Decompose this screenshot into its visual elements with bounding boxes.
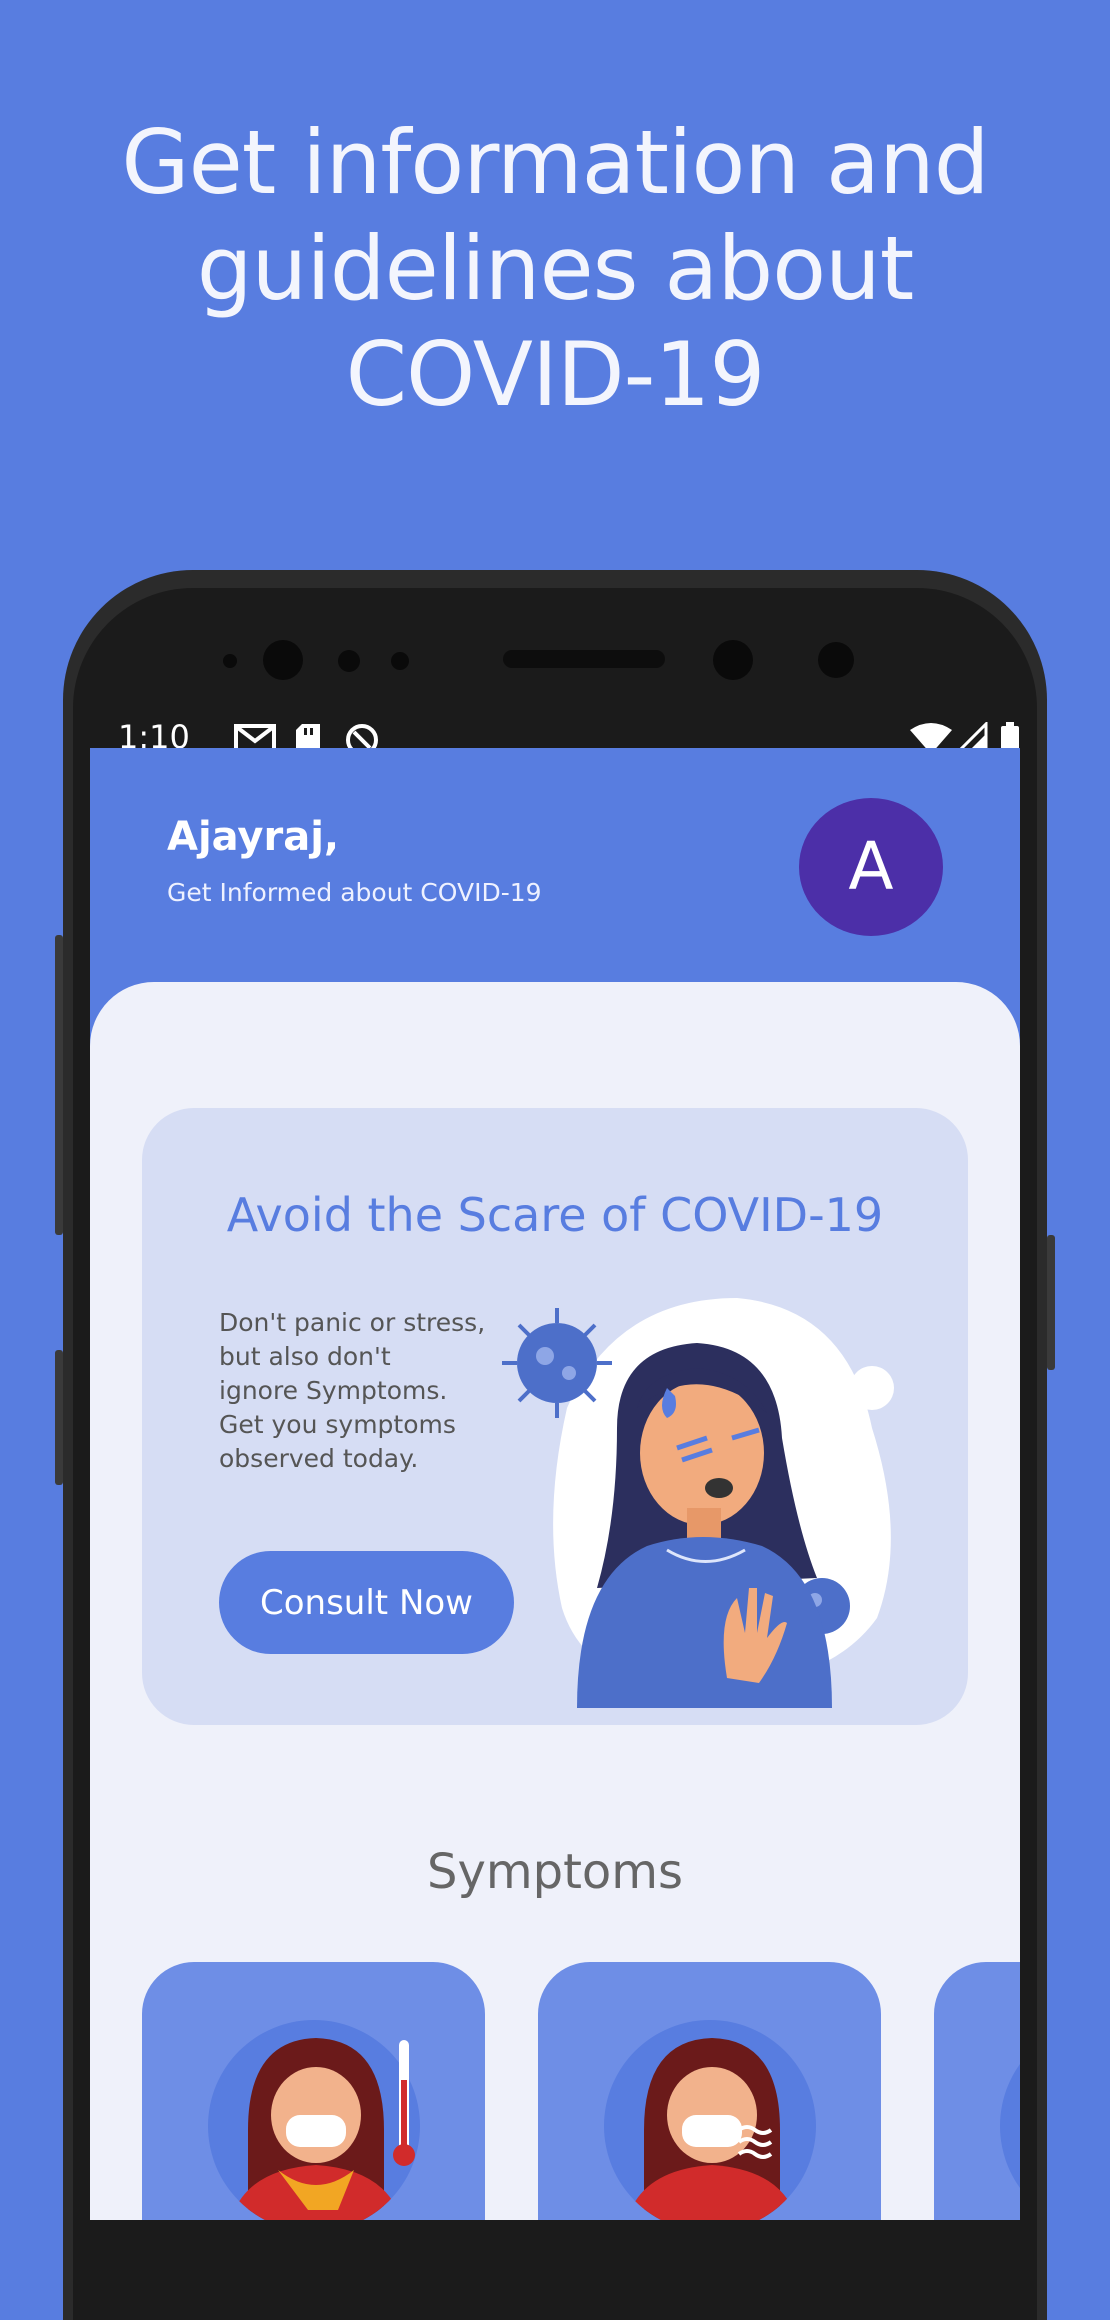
consult-now-button[interactable]: Consult Now	[219, 1551, 514, 1654]
content-panel: Avoid the Scare of COVID-19 Don't panic …	[90, 982, 1020, 2220]
user-name: Ajayraj,	[167, 814, 340, 860]
app-screen: Ajayraj, Get Informed about COVID-19 A A…	[90, 748, 1020, 2220]
headline-line-3: COVID-19	[345, 323, 766, 426]
front-camera-2	[713, 640, 753, 680]
promo-card: Avoid the Scare of COVID-19 Don't panic …	[142, 1108, 968, 1725]
sensor	[818, 642, 854, 678]
symptom-icon	[1000, 2020, 1020, 2220]
power-button	[1047, 1235, 1055, 1370]
side-key	[55, 1350, 63, 1485]
cough-symptom-icon	[604, 2020, 816, 2220]
front-camera	[263, 640, 303, 680]
sensor-dot	[338, 650, 360, 672]
symptom-card[interactable]	[538, 1962, 881, 2220]
earpiece-speaker	[503, 650, 665, 668]
promo-title: Avoid the Scare of COVID-19	[226, 1188, 884, 1242]
avatar[interactable]: A	[799, 798, 943, 936]
symptoms-title: Symptoms	[426, 1844, 684, 1900]
sensor-dot	[391, 652, 409, 670]
sensor-dot	[223, 654, 237, 668]
sick-person-illustration	[502, 1298, 894, 1708]
thermometer-icon	[393, 2040, 415, 2166]
headline-line-1: Get information and	[121, 111, 989, 214]
promo-text: Don't panic or stress, but also don't ig…	[219, 1308, 486, 1473]
volume-button	[55, 935, 63, 1235]
greeting-subtitle: Get Informed about COVID-19	[167, 878, 542, 907]
headline-line-2: guidelines about	[196, 217, 915, 320]
symptom-card[interactable]	[142, 1962, 485, 2220]
symptom-card[interactable]	[934, 1962, 1020, 2220]
fever-symptom-icon	[208, 2020, 420, 2220]
headline: Get information and guidelines about COV…	[0, 110, 1110, 428]
